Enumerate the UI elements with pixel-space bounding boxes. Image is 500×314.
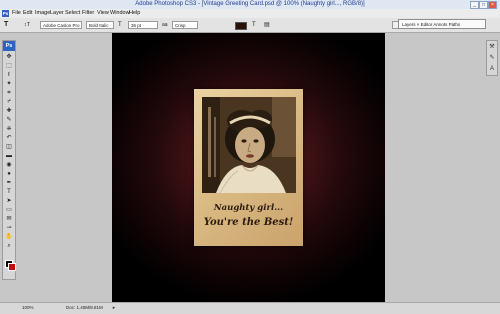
document-canvas[interactable]: Naughty girl... You're the Best!: [112, 33, 385, 302]
menu-edit[interactable]: Edit: [23, 9, 32, 18]
healing-icon[interactable]: ✚: [4, 107, 14, 115]
menu-layer[interactable]: Layer: [50, 9, 64, 18]
minimize-button[interactable]: _: [470, 1, 479, 9]
woman-portrait-image: [202, 97, 296, 193]
layers-panel-tab[interactable]: Layers × Editor Annots Paths: [398, 19, 486, 29]
brush-palette-icon[interactable]: ✎: [488, 54, 496, 62]
tools-logo: Ps: [3, 41, 15, 51]
notes-icon[interactable]: ✉: [4, 215, 14, 223]
zoom-icon[interactable]: ⌕: [4, 242, 14, 250]
hand-icon[interactable]: ✋: [4, 233, 14, 241]
close-button[interactable]: ×: [488, 1, 497, 9]
font-size-icon: T: [118, 22, 122, 28]
dodge-icon[interactable]: ●: [4, 170, 14, 178]
menu-help[interactable]: Help: [129, 9, 140, 18]
status-menu-arrow-icon[interactable]: ▸: [110, 304, 118, 312]
marquee-icon[interactable]: ⬚: [4, 62, 14, 70]
menu-bar: Ps File Edit Image Layer Select Filter V…: [0, 9, 500, 18]
right-dock: ⚒ ✎ A: [486, 40, 498, 76]
magic-wand-icon[interactable]: ✦: [4, 80, 14, 88]
card-greeting-line2: You're the Best!: [203, 217, 294, 228]
menu-file[interactable]: File: [12, 9, 21, 18]
text-orientation-icon[interactable]: ↕T: [24, 21, 30, 29]
font-family-select[interactable]: Adobe Caslon Pro: [40, 21, 82, 29]
menu-select[interactable]: Select: [65, 9, 80, 18]
menu-view[interactable]: View: [97, 9, 109, 18]
maximize-button[interactable]: □: [479, 1, 488, 9]
font-size-select[interactable]: 36 pt: [128, 21, 158, 29]
font-style-select[interactable]: Bold Italic: [86, 21, 114, 29]
zoom-level[interactable]: 100%: [22, 303, 34, 313]
window-title: Adobe Photoshop CS3 - [Vintage Greeting …: [135, 1, 365, 7]
antialias-select[interactable]: Crisp: [172, 21, 198, 29]
greeting-card: Naughty girl... You're the Best!: [194, 89, 303, 246]
background-color-swatch[interactable]: [8, 263, 16, 271]
warp-text-icon[interactable]: T: [252, 21, 256, 29]
tools-panel: Ps ✥ ⬚ ℓ ✦ ⌗ ⌿ ✚ ✎ ⎈ ↶ ◫ ▬ ◉ ● ✒ T ➤ ▭ ✉ ⊸ ✋ ⌕: [2, 40, 16, 280]
character-icon[interactable]: A: [488, 65, 496, 73]
status-bar: 100% Doc: 1.40M/8.81M ▸: [0, 302, 500, 314]
history-brush-icon[interactable]: ↶: [4, 134, 14, 142]
path-select-icon[interactable]: ➤: [4, 197, 14, 205]
text-color-swatch[interactable]: [235, 22, 247, 30]
lasso-icon[interactable]: ℓ: [4, 71, 14, 79]
clone-stamp-icon[interactable]: ⎈: [4, 125, 14, 133]
app-menu-icon[interactable]: Ps: [2, 10, 9, 17]
gradient-icon[interactable]: ▬: [4, 152, 14, 160]
eyedropper-icon[interactable]: ⊸: [4, 224, 14, 232]
eraser-icon[interactable]: ◫: [4, 143, 14, 151]
slice-icon[interactable]: ⌿: [4, 98, 14, 106]
menu-filter[interactable]: Filter: [82, 9, 94, 18]
blur-icon[interactable]: ◉: [4, 161, 14, 169]
pen-icon[interactable]: ✒: [4, 179, 14, 187]
menu-image[interactable]: Image: [35, 9, 50, 18]
vintage-photo: [202, 97, 296, 193]
crop-icon[interactable]: ⌗: [4, 89, 14, 97]
document-size-info: Doc: 1.40M/8.81M: [66, 305, 103, 310]
type-icon[interactable]: T: [4, 188, 14, 196]
antialias-icon: aa: [162, 22, 168, 28]
type-tool-preset-icon[interactable]: T: [4, 21, 8, 29]
shape-icon[interactable]: ▭: [4, 206, 14, 214]
card-greeting-line1: Naughty girl...: [213, 203, 284, 213]
brush-icon[interactable]: ✎: [4, 116, 14, 124]
palettes-toggle-icon[interactable]: ▤: [264, 21, 270, 29]
move-icon[interactable]: ✥: [4, 53, 14, 61]
menu-window[interactable]: Window: [110, 9, 130, 18]
tools-toggle-icon[interactable]: ⚒: [488, 43, 496, 51]
